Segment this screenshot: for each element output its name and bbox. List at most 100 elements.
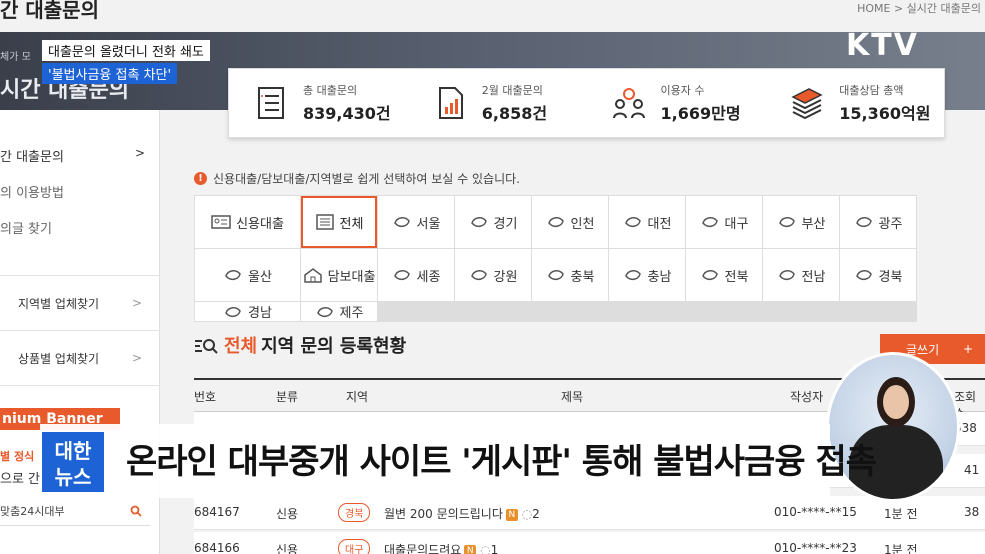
filter-ulsan[interactable]: 울산 [195,249,300,301]
broadcaster-logo: KTV [846,28,919,63]
id-card-icon [211,215,231,229]
house-icon [303,268,322,283]
filter-label: 담보대출 [327,269,376,285]
list-title-text: 지역 문의 등록현황 [261,336,407,357]
row-comments: 1 [490,543,499,554]
new-badge: N [464,544,477,554]
row-category: 신용 [276,507,299,521]
stat-label: 2월 대출문의 [481,84,543,97]
filter-chungbuk[interactable]: 충북 [532,249,608,301]
premium-banner-text: 으로 간 [0,472,41,487]
sidebar-item-howto[interactable]: 의 이용방법 [0,182,64,201]
filter-label: 부산 [801,216,826,232]
sidebar-item-product-search[interactable]: 상품별 업체찾기 > [0,330,160,386]
filter-gwangju[interactable]: 광주 [840,196,916,248]
map-region-icon [855,270,872,281]
map-region-icon [547,217,564,228]
row-views: 38 [964,505,980,519]
filter-busan[interactable]: 부산 [763,196,839,248]
col-header-writer: 작성자 [790,390,824,404]
map-region-icon [393,217,410,228]
map-region-icon [701,217,718,228]
filter-mortgage-loan[interactable]: 담보대출 [301,249,377,301]
row-comments: 2 [532,507,540,521]
filter-label: 경남 [248,306,272,321]
row-title-wrap[interactable]: 대출문의드려요 N ◌1 [384,541,498,554]
stat-label: 대출상담 총액 [839,84,904,97]
filter-label: 경기 [493,216,518,232]
sidebar-item-label: 간 대출문의 [0,150,64,165]
notice-text: ! 신용대출/담보대출/지역별로 쉽게 선택하여 보실 수 있습니다. [194,170,520,187]
filter-all[interactable]: 전체 [301,196,377,248]
list-title: 전체 지역 문의 등록현황 [194,332,406,358]
stats-panel: 총 대출문의 839,430건 2월 대출문의 6,858건 이용자 수 1,669만… [228,68,945,138]
col-header-no: 번호 [194,390,217,404]
filter-label: 충북 [570,269,595,285]
exclamation-icon: ! [194,172,207,185]
hero-subtitle: 체가 모 [0,52,31,63]
map-region-icon [470,217,487,228]
chevron-right-icon: > [131,296,142,310]
map-region-icon [316,306,333,317]
table-row[interactable]: 684166 신용 대구 대출문의드려요 N ◌1 010-****-**23 1… [194,532,985,554]
filter-jeonbuk[interactable]: 전북 [686,249,762,301]
row-writer: 010-****-**23 [774,541,857,554]
filter-gangwon[interactable]: 강원 [455,249,531,301]
stat-value: 1,669만명 [660,104,741,123]
filter-sejong[interactable]: 세종 [378,249,454,301]
filter-daejeon[interactable]: 대전 [609,196,685,248]
table-row[interactable]: 684167 신용 경북 월변 200 문의드립니다 N ◌2 010-****-… [194,496,985,530]
premium-item-label: 맞춤24시대부 [0,504,65,518]
filter-credit-loan[interactable]: 신용대출 [195,196,300,248]
sidebar-item-label: 상품별 업체찾기 [18,351,100,366]
filter-label: 서울 [416,216,441,232]
news-caption: 대출문의 올렸더니 전화 쇄도 '불법사금융 접촉 차단' [42,40,210,86]
map-region-icon [393,270,410,281]
map-region-icon [855,217,872,228]
notice-label: 신용대출/담보대출/지역별로 쉽게 선택하여 보실 수 있습니다. [213,172,520,186]
filter-gyeongbuk[interactable]: 경북 [840,249,916,301]
row-title-wrap[interactable]: 월변 200 문의드립니다 N ◌2 [384,505,540,522]
filter-daegu[interactable]: 대구 [686,196,762,248]
region-filter-grid: 신용대출 전체 서울 경기 인천 대전 대구 부산 광주 울산 담보대출 세종 … [194,195,917,322]
page-title: 간 대출문의 [0,0,99,22]
premium-item[interactable]: 맞춤24시대부 [0,496,150,526]
filter-label: 제주 [339,306,364,321]
filter-gyeonggi[interactable]: 경기 [455,196,531,248]
chevron-right-icon: > [131,351,142,365]
sidebar-item-label: 지역별 업체찾기 [18,296,100,311]
filter-label: 대구 [724,216,749,232]
news-logo-line2: 뉴스 [54,465,92,489]
filter-jeju[interactable]: 제주 [301,302,377,321]
comment-icon: ◌ [521,507,533,521]
filter-incheon[interactable]: 인천 [532,196,608,248]
row-writer: 010-****-**15 [774,505,857,519]
filter-label: 전북 [724,269,749,285]
sidebar-item-region-search[interactable]: 지역별 업체찾기 > [0,275,160,331]
stat-value: 839,430건 [303,104,391,123]
map-region-icon [624,270,641,281]
row-region-tag: 경북 [338,503,371,522]
filter-gyeongnam[interactable]: 경남 [195,302,300,321]
comment-icon: ◌ [480,543,491,554]
filter-seoul[interactable]: 서울 [378,196,454,248]
row-category: 신용 [276,543,299,554]
filter-chungnam[interactable]: 충남 [609,249,685,301]
stat-users: 이용자 수 1,669만명 [587,82,766,124]
sidebar-item-live-inquiry[interactable]: 간 대출문의 > [0,146,145,165]
filter-label: 강원 [493,269,518,285]
filter-label: 신용대출 [236,216,284,232]
row-no: 684167 [194,505,240,519]
money-stack-icon [791,88,823,120]
filter-label: 전남 [801,269,826,285]
col-header-title: 제목 [561,390,584,404]
col-header-region: 지역 [346,390,369,404]
news-logo-line1: 대한 [54,439,92,463]
sidebar-item-find-post[interactable]: 의글 찾기 [0,218,52,237]
map-region-icon [225,306,241,317]
chevron-right-icon: > [134,146,145,160]
filter-jeonnam[interactable]: 전남 [763,249,839,301]
stat-label: 이용자 수 [660,84,705,97]
users-icon [612,88,645,119]
news-caption-line1: 대출문의 올렸더니 전화 쇄도 [42,40,210,61]
